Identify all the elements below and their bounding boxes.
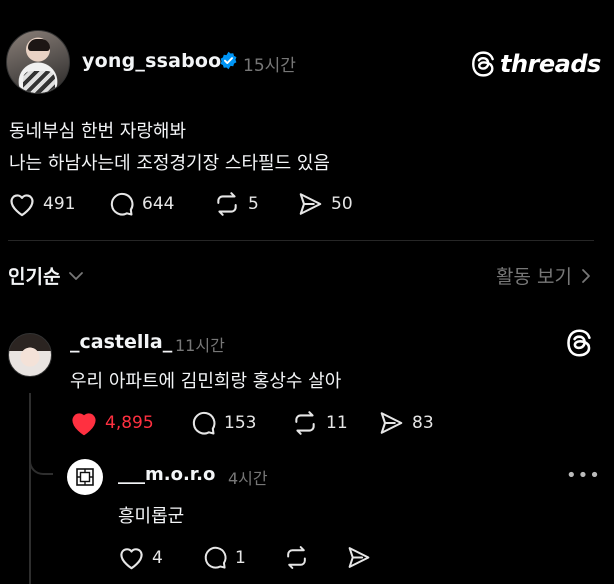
sort-label: 인기순 <box>8 266 61 288</box>
reply-text: 흥미롭군 <box>118 506 185 527</box>
share-icon <box>346 545 372 570</box>
sort-dropdown[interactable]: 인기순 <box>8 262 84 289</box>
post-like-count: 491 <box>43 194 76 214</box>
reply-connector <box>29 445 53 475</box>
repost-icon <box>283 545 310 570</box>
post-comment-button[interactable]: 644 <box>108 191 174 217</box>
post-share-button[interactable]: 50 <box>297 191 353 217</box>
post-author-username[interactable]: yong_ssaboo <box>82 50 221 72</box>
post-timestamp: 15시간 <box>243 56 296 76</box>
more-icon[interactable]: ••• <box>566 465 601 486</box>
threads-wordmark: threads <box>500 50 601 78</box>
post-text-line-2: 나는 하남사는데 조정경기장 스타필드 있음 <box>9 153 330 174</box>
post-author-avatar[interactable] <box>6 30 70 94</box>
reply-like-button[interactable]: 4 <box>118 545 163 570</box>
comment-icon <box>190 410 217 436</box>
repost-icon <box>213 191 241 217</box>
activity-label: 활동 보기 <box>496 266 572 288</box>
comment-repost-count: 11 <box>326 413 348 433</box>
comment-reply-button[interactable]: 153 <box>190 410 256 436</box>
reply-repost-button[interactable] <box>283 545 310 570</box>
post-comment-count: 644 <box>142 194 175 214</box>
reply-comment-button[interactable]: 1 <box>202 545 246 570</box>
view-activity-link[interactable]: 활동 보기 <box>496 262 592 289</box>
post-like-button[interactable]: 491 <box>8 191 75 217</box>
divider <box>8 240 594 241</box>
comment-reply-count: 153 <box>224 413 257 433</box>
comment-share-count: 83 <box>412 413 434 433</box>
reply-author-avatar[interactable] <box>67 459 103 495</box>
comment-like-count: 4,895 <box>105 413 154 433</box>
comment-icon <box>202 545 228 570</box>
threads-brand[interactable]: threads <box>470 50 601 78</box>
chevron-right-icon <box>580 268 592 284</box>
comment-author-avatar[interactable] <box>8 333 52 377</box>
comment-repost-button[interactable]: 11 <box>291 410 348 436</box>
threads-logo-icon[interactable] <box>565 329 593 357</box>
reply-like-count: 4 <box>152 547 163 568</box>
comment-share-button[interactable]: 83 <box>378 410 434 436</box>
reply-timestamp: 4시간 <box>228 469 268 488</box>
post-repost-count: 5 <box>248 194 259 214</box>
comment-timestamp: 11시간 <box>175 336 225 355</box>
comment-text: 우리 아파트에 김민희랑 홍상수 살아 <box>70 371 342 392</box>
post-repost-button[interactable]: 5 <box>213 191 259 217</box>
post-text-line-1: 동네부심 한번 자랑해봐 <box>9 121 187 142</box>
reply-author-username[interactable]: ___m.o.r.o <box>118 464 215 485</box>
verified-badge-icon <box>219 51 238 70</box>
comment-like-button[interactable]: 4,895 <box>70 410 154 436</box>
heart-icon <box>70 410 98 436</box>
share-icon <box>297 191 324 217</box>
heart-icon <box>118 545 145 570</box>
comment-icon <box>108 191 135 217</box>
threads-logo-icon <box>470 51 496 77</box>
share-icon <box>378 410 405 436</box>
chevron-down-icon <box>68 270 84 282</box>
reply-share-button[interactable] <box>346 545 372 570</box>
comment-author-username[interactable]: _castella_ <box>70 331 172 353</box>
reply-comment-count: 1 <box>235 547 246 568</box>
post-share-count: 50 <box>331 194 353 214</box>
heart-icon <box>8 191 36 217</box>
thread-connector-line <box>29 393 31 584</box>
repost-icon <box>291 410 319 436</box>
